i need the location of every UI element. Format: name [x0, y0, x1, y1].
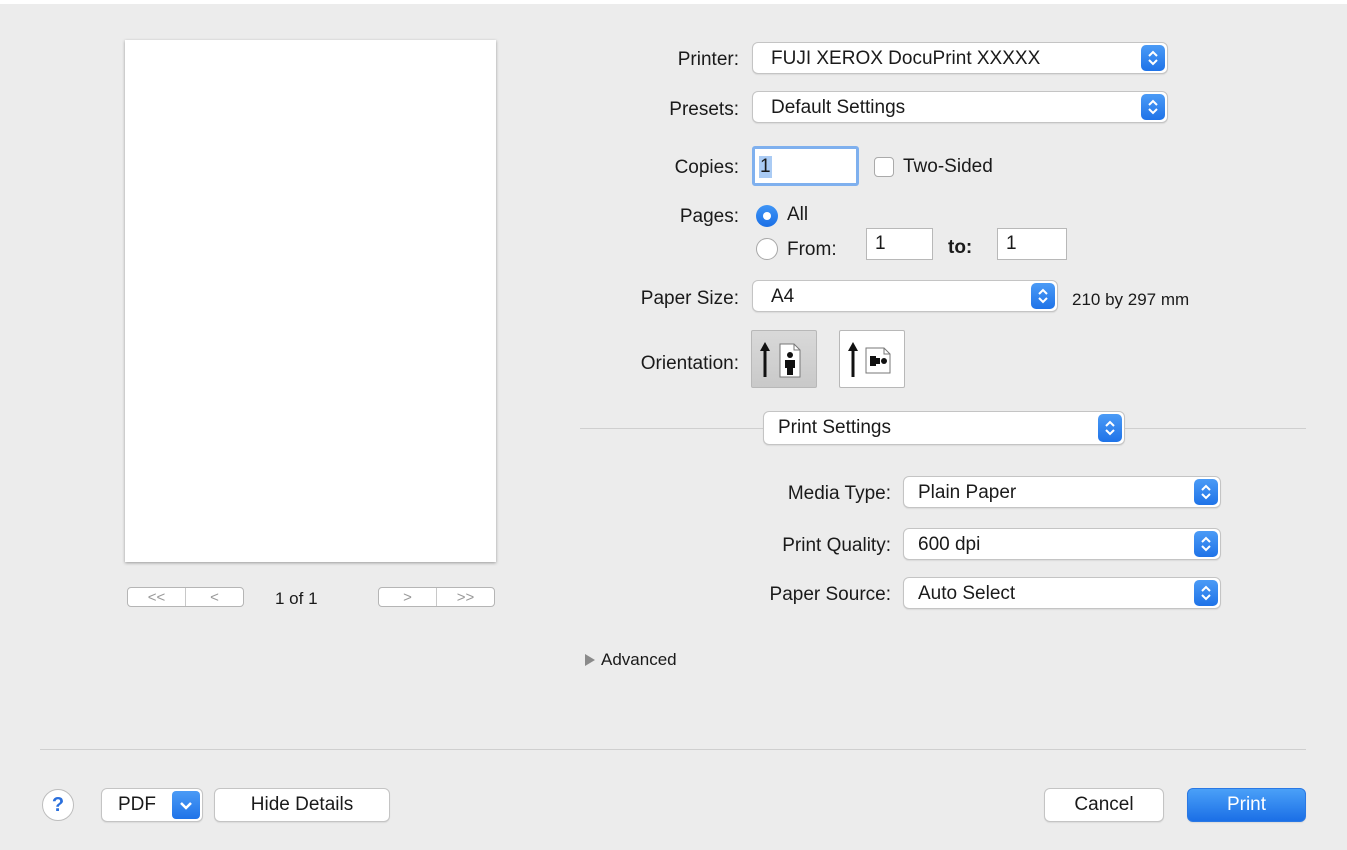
chevron-updown-icon — [1194, 531, 1218, 557]
help-button[interactable]: ? — [42, 789, 74, 821]
disclosure-triangle-icon — [585, 654, 595, 666]
previous-page-button[interactable]: < — [185, 588, 243, 606]
presets-value: Default Settings — [771, 97, 906, 118]
landscape-orientation-icon — [848, 342, 891, 377]
printer-value: FUJI XEROX DocuPrint XXXXX — [771, 48, 1041, 69]
chevron-updown-icon — [1194, 479, 1218, 505]
copies-value: 1 — [759, 156, 772, 178]
orientation-portrait-button[interactable] — [751, 330, 817, 388]
pdf-label: PDF — [118, 794, 156, 815]
paper-source-label: Paper Source: — [769, 584, 891, 605]
hide-details-button[interactable]: Hide Details — [214, 788, 390, 822]
footer-divider — [40, 749, 1306, 750]
pages-range-radio[interactable] — [756, 238, 778, 260]
chevron-updown-icon — [1141, 94, 1165, 120]
window-top-edge — [0, 0, 1347, 4]
next-page-button[interactable]: > — [379, 588, 436, 606]
pages-all-label: All — [787, 204, 809, 225]
print-settings-value: Print Settings — [778, 417, 891, 438]
cancel-button[interactable]: Cancel — [1044, 788, 1164, 822]
pages-to-value: 1 — [1006, 233, 1017, 254]
print-button[interactable]: Print — [1187, 788, 1306, 822]
media-type-popup[interactable]: Plain Paper — [903, 476, 1221, 508]
advanced-disclosure[interactable]: Advanced — [583, 650, 677, 670]
printer-popup[interactable]: FUJI XEROX DocuPrint XXXXX — [752, 42, 1168, 74]
presets-popup[interactable]: Default Settings — [752, 91, 1168, 123]
print-quality-value: 600 dpi — [918, 534, 981, 555]
chevron-updown-icon — [1031, 283, 1055, 309]
copies-label: Copies: — [674, 157, 739, 178]
pages-label: Pages: — [679, 206, 739, 227]
print-quality-label: Print Quality: — [782, 535, 891, 556]
paper-size-popup[interactable]: A4 — [752, 280, 1058, 312]
media-type-label: Media Type: — [787, 483, 891, 504]
print-preview-page — [125, 40, 496, 562]
pages-to-label: to: — [948, 237, 973, 258]
advanced-label: Advanced — [601, 650, 677, 669]
orientation-label: Orientation: — [640, 353, 739, 374]
presets-label: Presets: — [669, 99, 739, 120]
two-sided-label: Two-Sided — [903, 156, 993, 177]
paper-source-popup[interactable]: Auto Select — [903, 577, 1221, 609]
print-settings-popup[interactable]: Print Settings — [763, 411, 1125, 445]
paper-size-value: A4 — [771, 286, 795, 307]
orientation-landscape-button[interactable] — [839, 330, 905, 388]
printer-label: Printer: — [677, 49, 739, 70]
page-indicator: 1 of 1 — [275, 589, 318, 608]
preview-forward-nav: > >> — [378, 587, 495, 607]
last-page-button[interactable]: >> — [436, 588, 494, 606]
copies-input[interactable]: 1 — [752, 146, 859, 186]
paper-source-value: Auto Select — [918, 583, 1016, 604]
pages-all-radio[interactable] — [756, 205, 778, 227]
media-type-value: Plain Paper — [918, 482, 1017, 503]
two-sided-checkbox[interactable] — [874, 157, 894, 177]
pages-from-input[interactable]: 1 — [866, 228, 933, 260]
portrait-orientation-icon — [760, 342, 801, 378]
chevron-updown-icon — [1098, 414, 1122, 442]
pages-from-label: From: — [787, 239, 837, 260]
chevron-updown-icon — [1141, 45, 1165, 71]
pages-from-value: 1 — [875, 233, 886, 254]
pdf-menu-button[interactable]: PDF — [101, 788, 203, 822]
pages-to-input[interactable]: 1 — [997, 228, 1067, 260]
paper-dimensions: 210 by 297 mm — [1072, 290, 1190, 309]
paper-size-label: Paper Size: — [640, 288, 739, 309]
print-quality-popup[interactable]: 600 dpi — [903, 528, 1221, 560]
preview-back-nav: << < — [127, 587, 244, 607]
chevron-down-icon — [172, 791, 200, 819]
chevron-updown-icon — [1194, 580, 1218, 606]
first-page-button[interactable]: << — [128, 588, 185, 606]
